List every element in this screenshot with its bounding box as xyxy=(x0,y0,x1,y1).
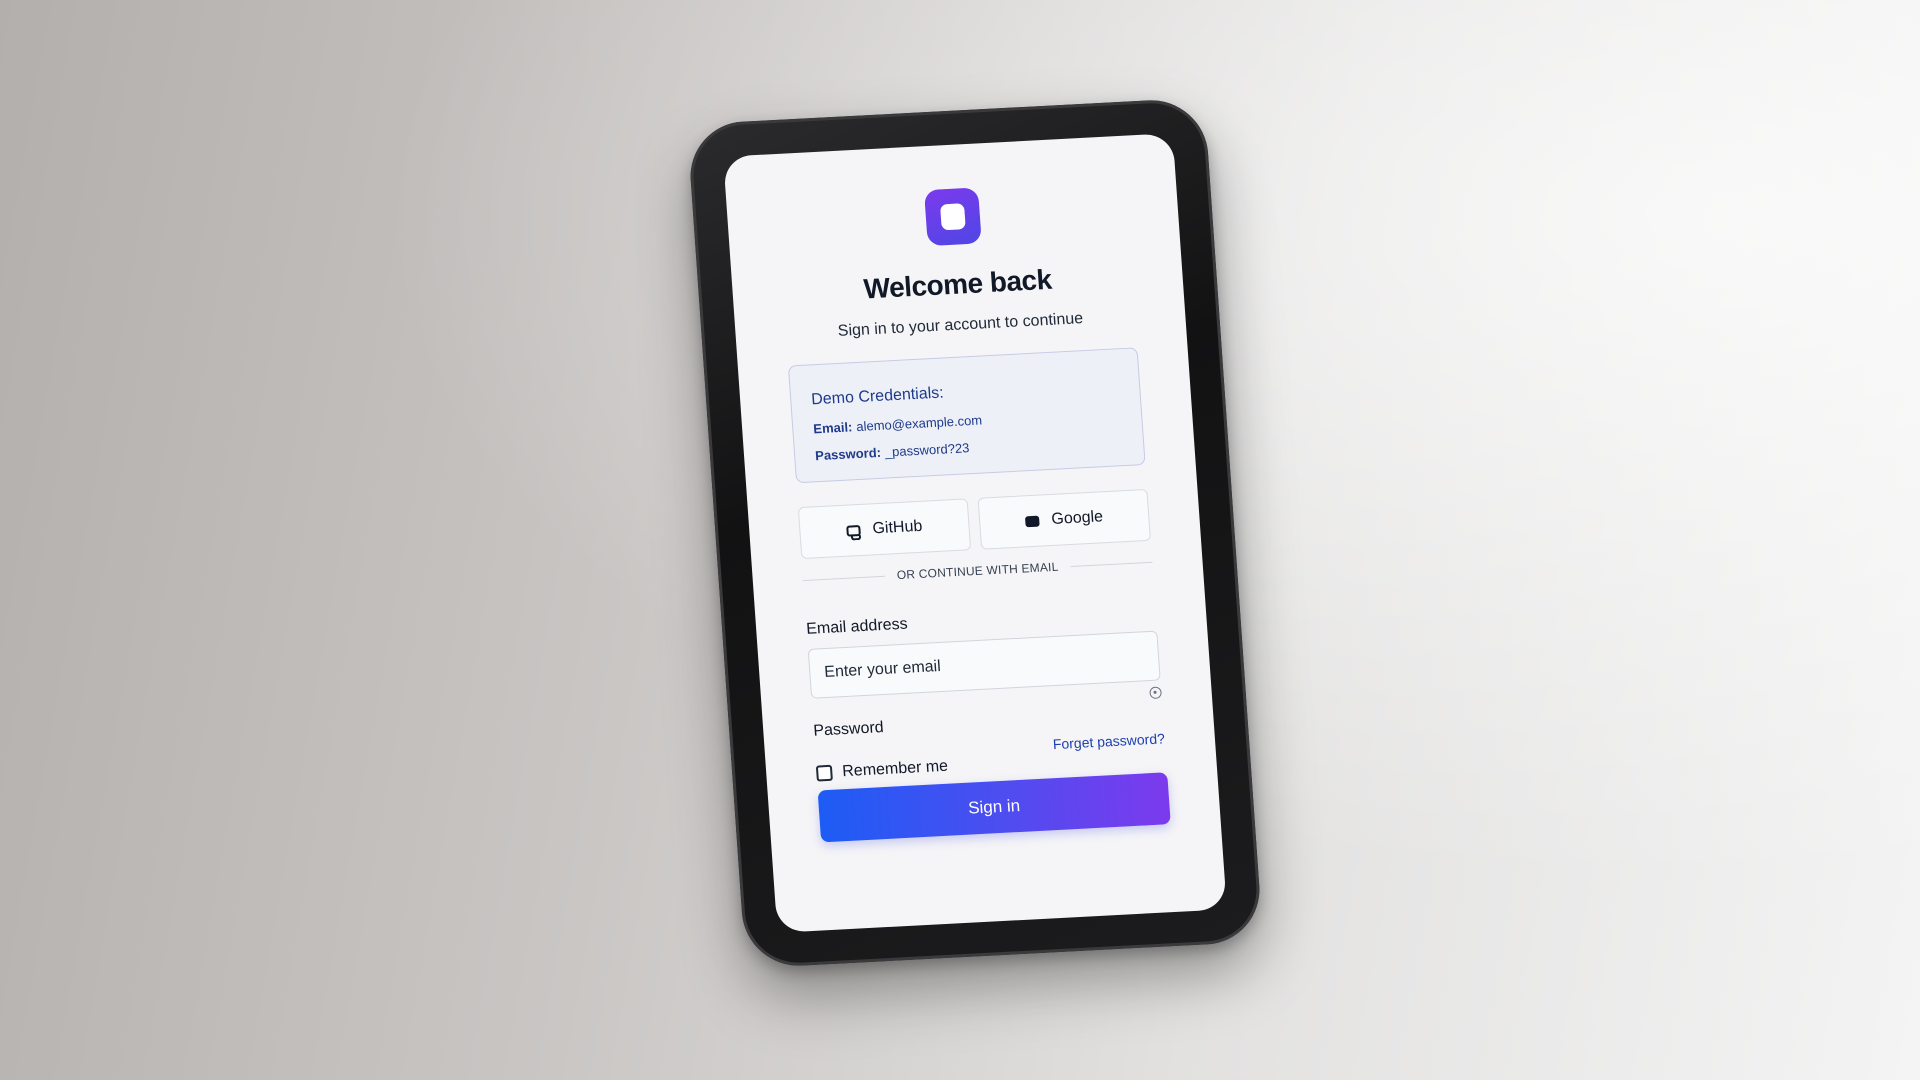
demo-password-label: Password: xyxy=(814,444,882,464)
email-label: Email address xyxy=(805,615,909,638)
demo-credentials-heading: Demo Credentials: xyxy=(810,384,945,409)
tablet-device: Welcome back Sign in to your account to … xyxy=(686,97,1264,969)
demo-email-label: Email: xyxy=(812,419,853,437)
demo-email-value: alemo@example.com xyxy=(855,412,983,435)
google-button[interactable]: Google xyxy=(977,488,1151,550)
demo-password-line: Password: _password?23 xyxy=(815,432,1124,463)
app-logo-icon xyxy=(923,187,982,247)
google-icon xyxy=(1025,515,1040,527)
social-login-row: GitHub Google xyxy=(797,488,1151,560)
remember-me-toggle[interactable]: Remember me xyxy=(815,757,949,783)
page-subtitle: Sign in to your account to continue xyxy=(837,310,1084,340)
github-button[interactable]: GitHub xyxy=(797,498,972,560)
password-reveal-icon[interactable] xyxy=(1149,686,1162,700)
forgot-password-link[interactable]: Forget password? xyxy=(1052,730,1165,752)
sign-in-button[interactable]: Sign in xyxy=(817,772,1171,843)
password-label: Password xyxy=(812,719,885,740)
google-button-label: Google xyxy=(1050,508,1104,528)
demo-email-line: Email: alemo@example.com xyxy=(812,405,1122,437)
github-button-label: GitHub xyxy=(871,517,923,538)
demo-credentials-box: Demo Credentials: Email: alemo@example.co… xyxy=(787,347,1146,484)
remember-me-checkbox[interactable] xyxy=(815,764,833,782)
login-card: Welcome back Sign in to your account to … xyxy=(723,133,1221,845)
demo-password-value: _password?23 xyxy=(884,440,970,460)
app-logo-inner xyxy=(939,203,966,231)
remember-me-label: Remember me xyxy=(841,757,949,781)
github-icon xyxy=(846,524,861,537)
page-title: Welcome back xyxy=(862,263,1053,305)
email-divider: OR CONTINUE WITH EMAIL xyxy=(802,555,1153,587)
device-screen: Welcome back Sign in to your account to … xyxy=(723,133,1227,933)
divider-line-right xyxy=(1070,561,1153,567)
divider-line-left xyxy=(802,575,885,581)
divider-text: OR CONTINUE WITH EMAIL xyxy=(896,559,1059,583)
